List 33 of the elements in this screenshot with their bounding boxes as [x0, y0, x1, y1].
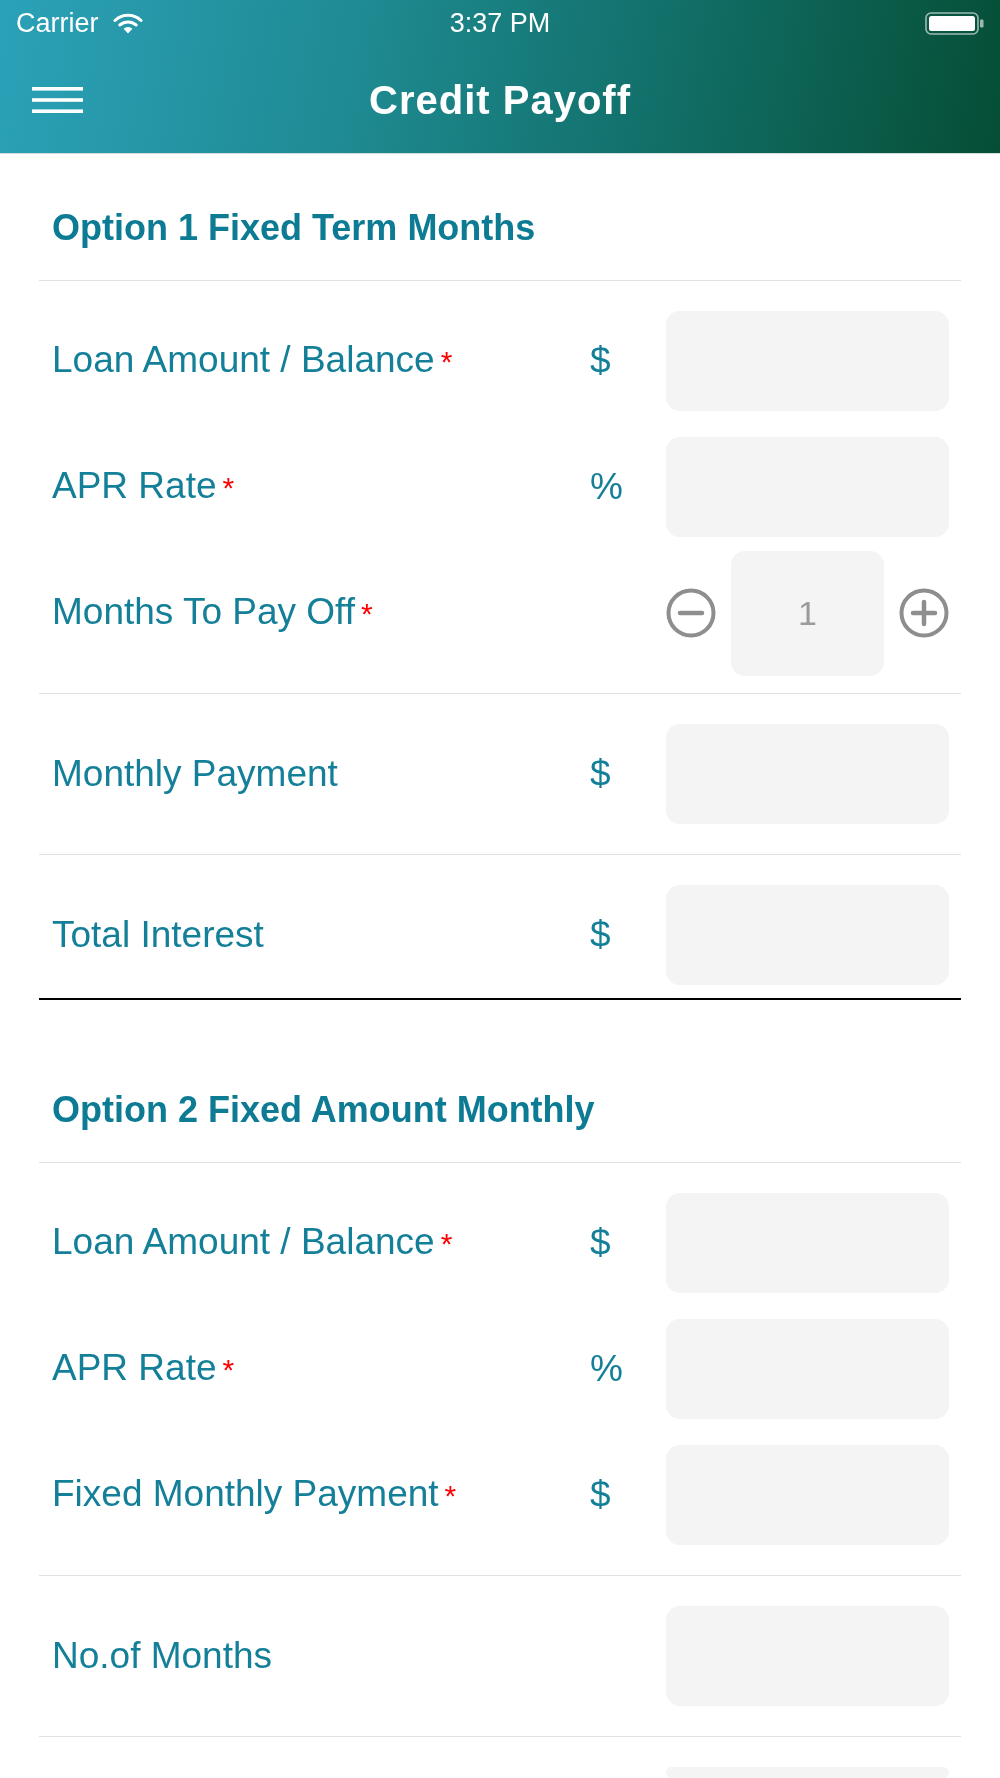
- section-title: Option 1 Fixed Term Months: [52, 206, 536, 250]
- field-label: Months To Pay Off: [52, 590, 355, 634]
- stepper-field[interactable]: 1: [731, 550, 884, 676]
- field-label: APR Rate: [52, 464, 217, 508]
- unit-symbol: $: [590, 339, 611, 383]
- section-title: Option 2 Fixed Amount Monthly: [52, 1088, 595, 1132]
- status-time: 3:37 PM: [449, 7, 551, 39]
- required-mark: *: [444, 1478, 457, 1514]
- unit-symbol: $: [590, 752, 611, 796]
- required-mark: *: [222, 470, 235, 506]
- field-label: Total Interest: [52, 913, 264, 957]
- unit-symbol: $: [590, 913, 611, 957]
- minus-icon[interactable]: [666, 588, 716, 638]
- battery-icon: [925, 11, 984, 35]
- required-mark: *: [222, 1352, 235, 1388]
- wifi-icon: [112, 12, 143, 34]
- field-label: Fixed Monthly Payment: [52, 1472, 439, 1516]
- unit-symbol: %: [590, 465, 623, 509]
- required-mark: *: [440, 1226, 453, 1262]
- unit-symbol: $: [590, 1221, 611, 1265]
- unit-symbol: %: [590, 1347, 623, 1391]
- field-label: No.of Months: [52, 1634, 273, 1678]
- carrier-label: Carrier: [16, 7, 99, 39]
- field-label: Loan Amount / Balance: [52, 1220, 435, 1264]
- menu-icon[interactable]: [32, 86, 83, 113]
- required-mark: *: [440, 344, 453, 380]
- required-mark: *: [361, 596, 373, 632]
- field-label: Loan Amount / Balance: [52, 338, 435, 382]
- screen-title: Credit Payoff: [369, 76, 631, 124]
- field-label: Monthly Payment: [52, 752, 338, 796]
- plus-icon[interactable]: [899, 588, 949, 638]
- unit-symbol: $: [590, 1473, 611, 1517]
- field-label: APR Rate: [52, 1346, 217, 1390]
